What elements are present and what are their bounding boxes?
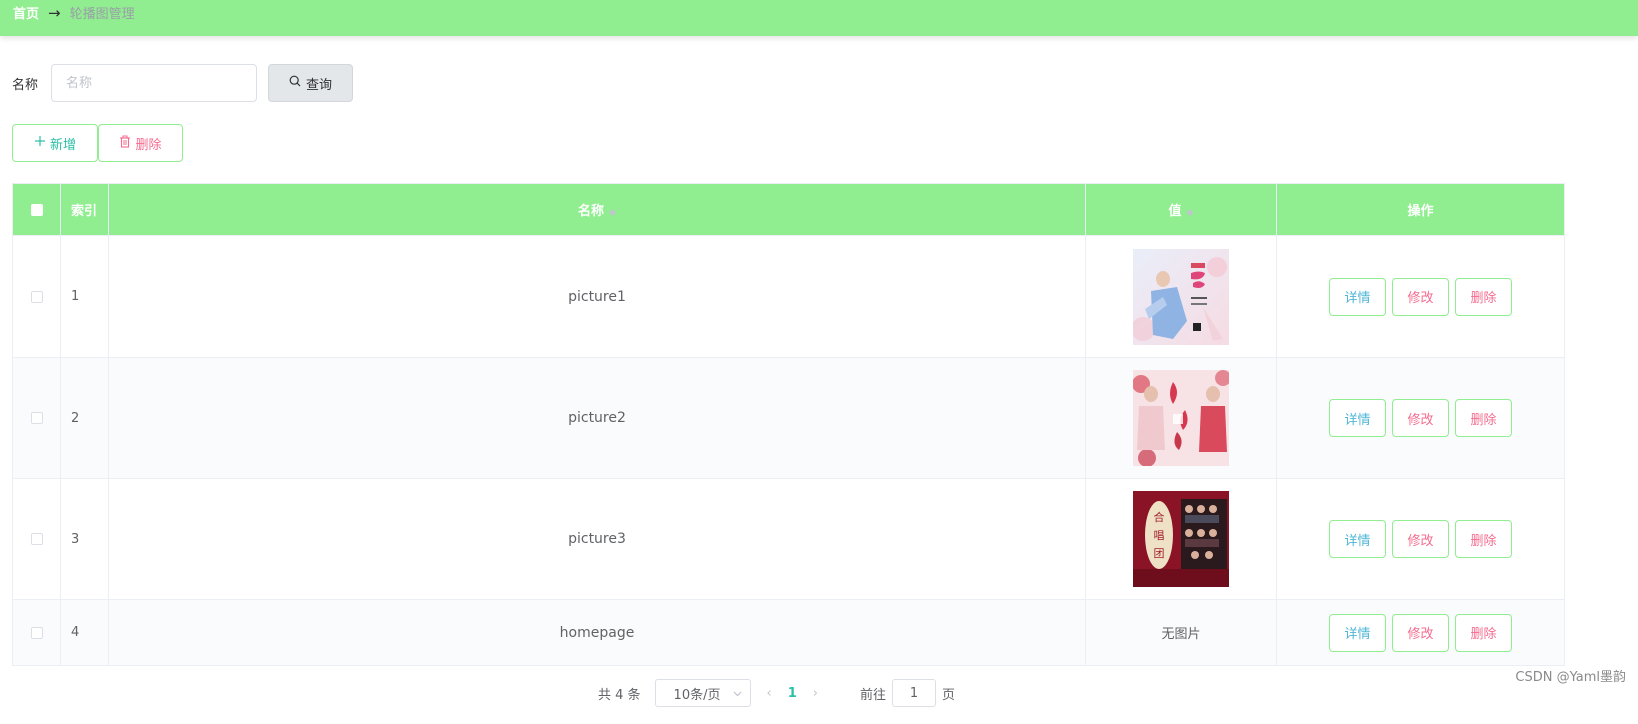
header-name[interactable]: 名称 ◆	[108, 183, 1086, 236]
table-row: 1 picture1 详情 修改 删除	[12, 235, 1565, 358]
header-ops: 操作	[1276, 183, 1565, 236]
row-actions: 详情 修改 删除	[1276, 235, 1565, 358]
header-select-all	[12, 183, 61, 236]
banner-thumbnail[interactable]	[1133, 248, 1229, 345]
header-name-label: 名称	[578, 204, 605, 219]
pagination: 共 4 条 10条/页 ‹ 1 › 前往 1 页	[598, 678, 955, 708]
header-index: 索引	[60, 183, 109, 236]
svg-text:合: 合	[1154, 510, 1165, 524]
batch-delete-button-label: 删除	[135, 137, 162, 153]
row-value	[1085, 357, 1277, 479]
query-button-label: 查询	[305, 77, 332, 93]
search-input[interactable]	[51, 64, 257, 102]
breadcrumb-current: 轮播图管理	[69, 7, 135, 22]
query-button[interactable]: 查询	[268, 64, 353, 102]
row-index: 2	[60, 357, 109, 479]
prev-page-icon[interactable]: ‹	[767, 686, 772, 701]
table-header-row: 索引 名称 ◆ 值 ◆ 操作	[12, 183, 1565, 236]
row-select-cell	[12, 357, 61, 479]
data-table: 索引 名称 ◆ 值 ◆ 操作 1 picture1 详情 修改 删除 2 pic…	[12, 183, 1565, 666]
page-size-select[interactable]: 10条/页	[654, 679, 751, 707]
edit-button[interactable]: 修改	[1392, 613, 1449, 652]
row-select-cell	[12, 478, 61, 600]
row-actions: 详情 修改 删除	[1276, 478, 1565, 600]
goto-prefix: 前往	[860, 687, 887, 703]
edit-button[interactable]: 修改	[1392, 277, 1449, 316]
search-icon	[289, 75, 301, 91]
row-value: 无图片	[1085, 599, 1277, 666]
page-size-value: 10条/页	[673, 687, 721, 703]
row-name: picture3	[108, 478, 1086, 600]
breadcrumb-home[interactable]: 首页	[13, 3, 39, 22]
header-value-label: 值	[1168, 204, 1182, 219]
row-select-cell	[12, 235, 61, 358]
select-all-checkbox[interactable]	[30, 203, 43, 216]
table-row: 4 homepage 无图片 详情 修改 删除	[12, 599, 1565, 666]
add-button-label: 新增	[49, 137, 76, 153]
banner-thumbnail[interactable]	[1133, 370, 1229, 466]
detail-button[interactable]: 详情	[1329, 613, 1386, 652]
svg-text:唱: 唱	[1154, 529, 1165, 542]
banner-thumbnail[interactable]: 合 唱 团	[1133, 491, 1229, 587]
table-row: 3 picture3 合 唱 团 详情 修改 删除	[12, 478, 1565, 600]
delete-button[interactable]: 删除	[1455, 399, 1512, 437]
row-name: picture2	[108, 357, 1086, 479]
page-number-current[interactable]: 1	[788, 686, 797, 701]
plus-icon	[34, 135, 46, 151]
detail-button[interactable]: 详情	[1329, 520, 1386, 558]
delete-button[interactable]: 删除	[1455, 277, 1512, 316]
breadcrumb-separator: →	[48, 3, 61, 22]
sort-caret-icon[interactable]: ◆	[609, 208, 616, 218]
detail-button[interactable]: 详情	[1329, 399, 1386, 437]
no-image-text: 无图片	[1161, 627, 1201, 642]
row-checkbox[interactable]	[30, 626, 43, 639]
trash-icon	[119, 135, 131, 152]
row-index: 4	[60, 599, 109, 666]
row-index: 3	[60, 478, 109, 600]
pagination-total: 共 4 条	[598, 687, 641, 703]
edit-button[interactable]: 修改	[1392, 399, 1449, 437]
row-value	[1085, 235, 1277, 358]
row-name: homepage	[108, 599, 1086, 666]
row-name: picture1	[108, 235, 1086, 358]
row-index: 1	[60, 235, 109, 358]
search-label: 名称	[12, 78, 39, 93]
sort-caret-icon[interactable]: ◆	[1187, 208, 1194, 218]
top-bar: 首页 → 轮播图管理	[0, 0, 1638, 36]
row-checkbox[interactable]	[30, 533, 43, 545]
svg-text:团: 团	[1154, 547, 1165, 560]
row-select-cell	[12, 599, 61, 666]
batch-delete-button[interactable]: 删除	[98, 124, 183, 162]
row-actions: 详情 修改 删除	[1276, 357, 1565, 479]
row-actions: 详情 修改 删除	[1276, 599, 1565, 666]
edit-button[interactable]: 修改	[1392, 520, 1449, 558]
delete-button[interactable]: 删除	[1455, 520, 1512, 558]
delete-button[interactable]: 删除	[1455, 613, 1512, 652]
next-page-icon[interactable]: ›	[813, 686, 818, 701]
row-value: 合 唱 团	[1085, 478, 1277, 600]
row-checkbox[interactable]	[30, 290, 43, 303]
watermark: CSDN @Yaml墨韵	[1515, 670, 1626, 685]
table-row: 2 picture2 详情 修改 删除	[12, 357, 1565, 479]
chevron-down-icon	[733, 686, 742, 701]
breadcrumb: 首页 → 轮播图管理	[13, 3, 135, 23]
goto-page-input[interactable]: 1	[892, 679, 937, 707]
goto-suffix: 页	[942, 687, 956, 703]
header-value[interactable]: 值 ◆	[1085, 183, 1277, 236]
detail-button[interactable]: 详情	[1329, 277, 1386, 316]
add-button[interactable]: 新增	[12, 124, 98, 162]
row-checkbox[interactable]	[30, 412, 43, 424]
